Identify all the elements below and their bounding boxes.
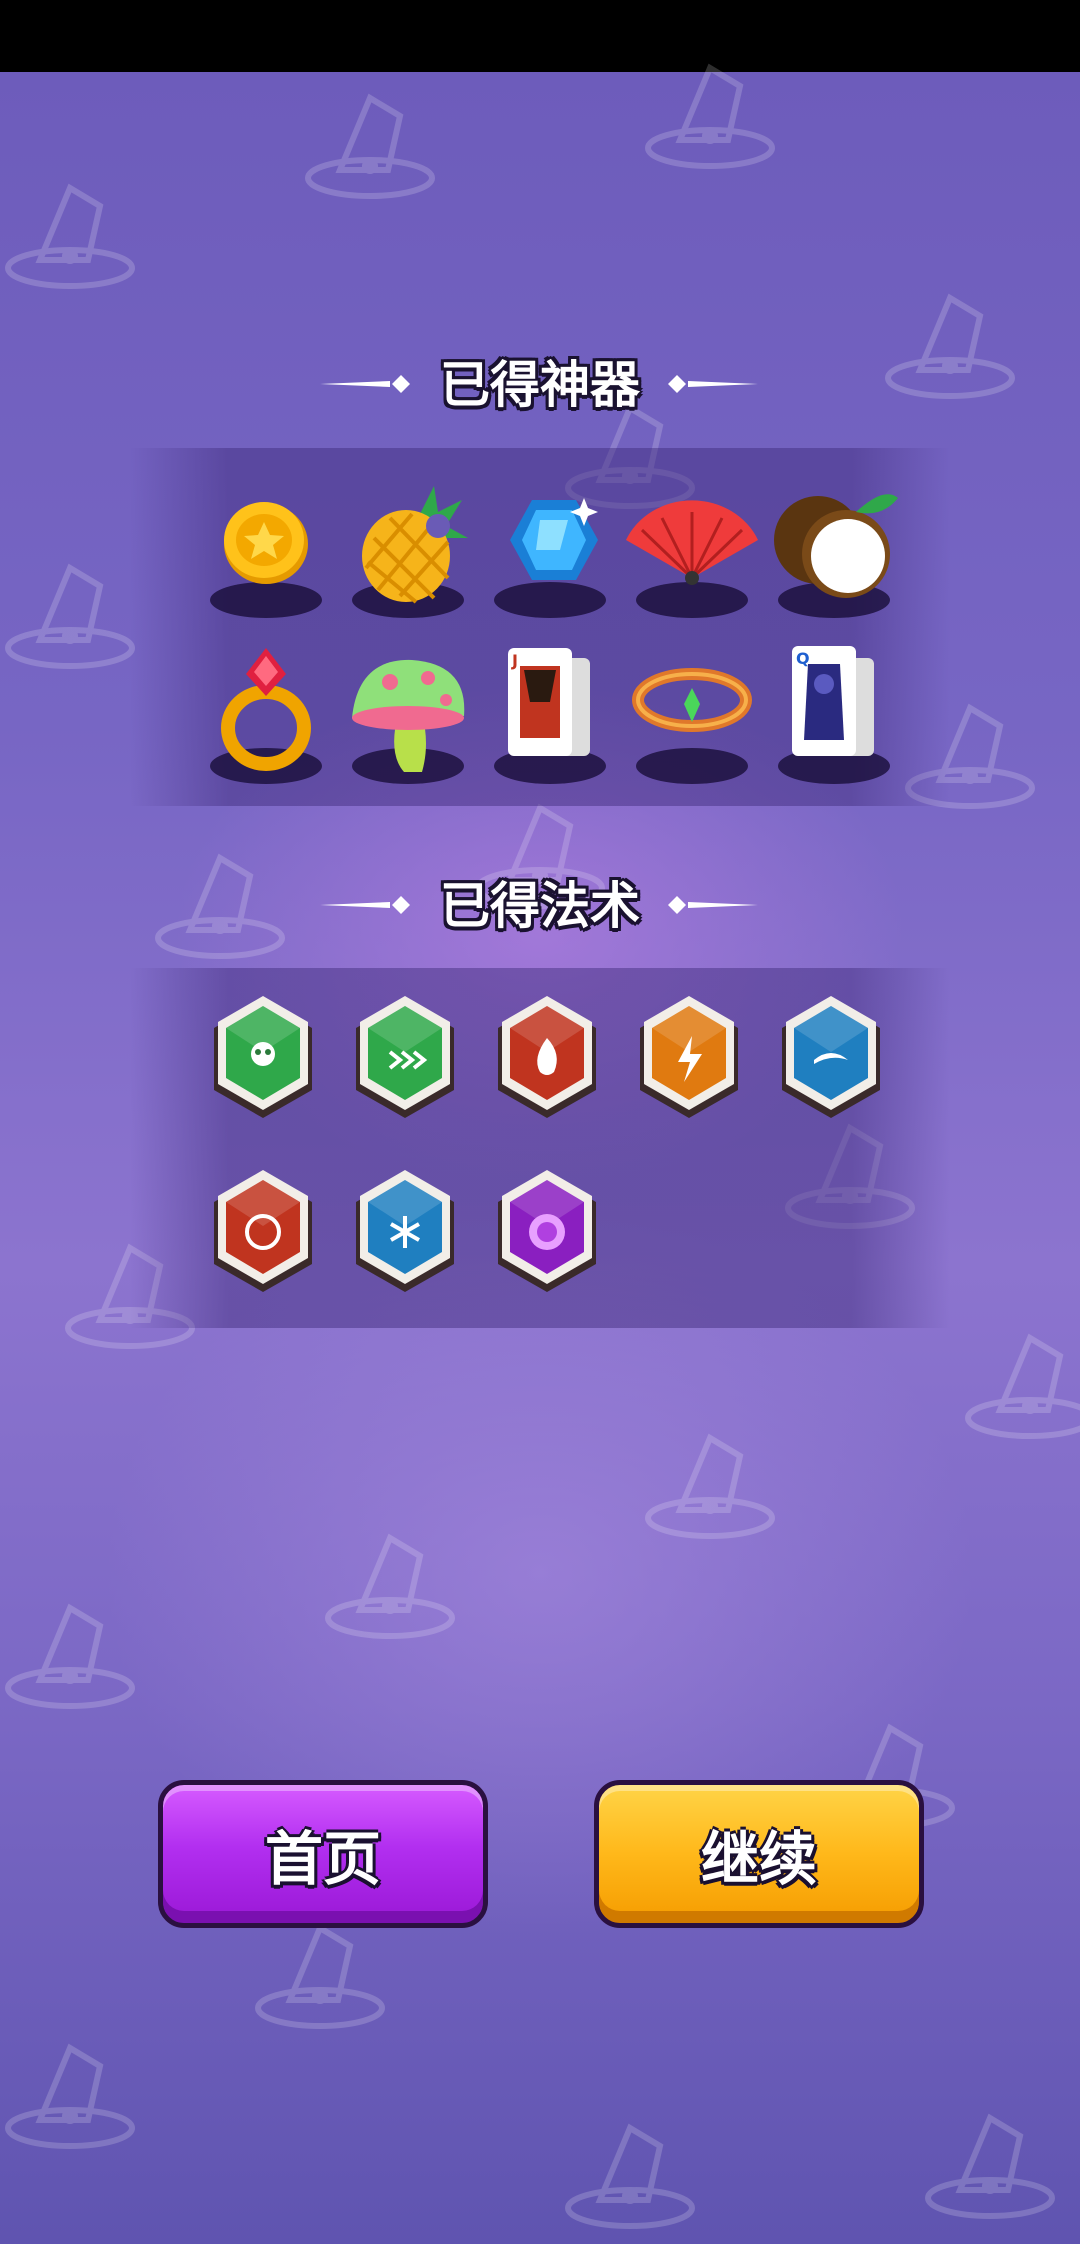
wizard-hat-icon: [645, 1433, 775, 1539]
artifact-queen-card[interactable]: Q: [764, 644, 904, 784]
wizard-hat-icon: [5, 563, 135, 669]
purple-orb-icon: [498, 1170, 596, 1292]
lightning-shield-icon: [640, 996, 738, 1118]
home-button-label: 首页: [264, 1825, 381, 1893]
wizard-hat-icon: [255, 1923, 385, 2029]
water-shield-icon: [782, 996, 880, 1118]
artifact-pineapple[interactable]: [338, 478, 478, 618]
speed-arrows-shield-icon: [356, 996, 454, 1118]
spell-badge[interactable]: [634, 994, 744, 1124]
wizard-hat-icon: [965, 1333, 1080, 1439]
artifact-mushroom[interactable]: [338, 644, 478, 784]
artifact-coconut[interactable]: [764, 478, 904, 618]
svg-text:Q: Q: [796, 649, 810, 668]
jack-card-icon: J: [508, 648, 590, 756]
artifacts-title: 已得神器: [440, 356, 640, 414]
spell-badge[interactable]: [350, 1168, 460, 1298]
artifact-jack-card[interactable]: J: [480, 644, 620, 784]
poison-skull-shield-icon: [214, 996, 312, 1118]
artifacts-panel: J Q: [130, 448, 950, 806]
wizard-hat-icon: [305, 93, 435, 199]
spell-badge[interactable]: [350, 994, 460, 1124]
mushroom-icon: [352, 659, 465, 772]
artifact-gold-coin[interactable]: [196, 478, 336, 618]
wizard-hat-icon: [565, 2123, 695, 2229]
ruby-ring-icon: [221, 648, 311, 771]
status-bar: [0, 0, 1080, 72]
title-right-ornament: [668, 896, 758, 914]
fire-burst-shield-icon: [498, 996, 596, 1118]
wizard-hat-icon: [645, 63, 775, 169]
spell-badge[interactable]: [208, 994, 318, 1124]
queen-card-icon: Q: [792, 646, 874, 756]
title-right-ornament: [668, 375, 758, 393]
spell-badge[interactable]: [492, 994, 602, 1124]
spells-panel: [130, 968, 950, 1328]
spell-badge[interactable]: [492, 1168, 602, 1298]
coconut-icon: [774, 494, 898, 598]
gem-bracelet-icon: [632, 668, 752, 732]
artifact-ruby-ring[interactable]: [196, 644, 336, 784]
continue-button-label: 继续: [700, 1825, 817, 1893]
fire-ring-shield-icon: [214, 1170, 312, 1292]
red-fan-icon: [626, 500, 758, 585]
svg-text:J: J: [511, 651, 518, 670]
blue-gem-icon: [510, 498, 598, 580]
pineapple-icon: [362, 486, 468, 604]
spell-badge[interactable]: [776, 994, 886, 1124]
artifact-red-fan[interactable]: [622, 478, 762, 618]
spells-title: 已得法术: [440, 877, 640, 935]
continue-button[interactable]: 继续: [594, 1780, 924, 1928]
home-button[interactable]: 首页: [158, 1780, 488, 1928]
gold-coin-icon: [224, 502, 308, 584]
wizard-hat-icon: [925, 2113, 1055, 2219]
wizard-hat-icon: [5, 2043, 135, 2149]
wizard-hat-icon: [5, 1603, 135, 1709]
artifact-gem-bracelet[interactable]: [622, 644, 762, 784]
frost-shield-icon: [356, 1170, 454, 1292]
spell-badge[interactable]: [208, 1168, 318, 1298]
wizard-hat-icon: [5, 183, 135, 289]
wizard-hat-icon: [325, 1533, 455, 1639]
artifact-blue-gem[interactable]: [480, 478, 620, 618]
